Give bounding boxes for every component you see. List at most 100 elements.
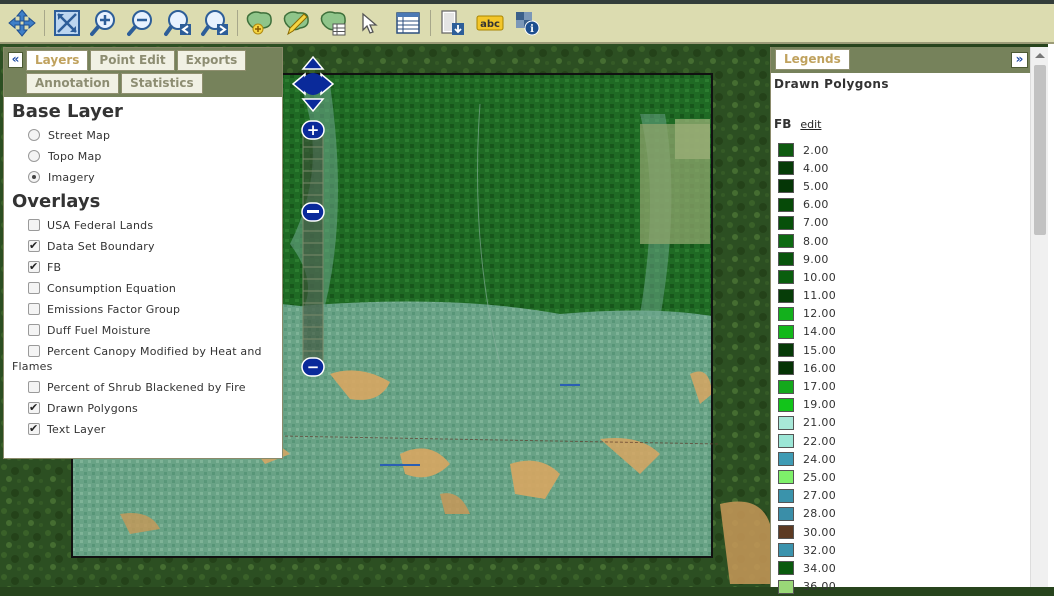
checkbox[interactable] bbox=[28, 282, 40, 294]
zoom-out-icon bbox=[127, 10, 152, 36]
overlay-list: USA Federal Lands Data Set Boundary FB Cons… bbox=[12, 218, 274, 437]
base-layer-option-imagery[interactable]: Imagery bbox=[26, 170, 274, 185]
legend-swatch bbox=[778, 470, 794, 485]
base-layer-title: Base Layer bbox=[12, 101, 123, 122]
legend-row: 19.00 bbox=[774, 396, 1030, 414]
overlay-label: Drawn Polygons bbox=[47, 402, 138, 415]
draw-polygon-tool[interactable] bbox=[244, 7, 276, 39]
polygon-table-tool[interactable] bbox=[318, 7, 350, 39]
zoom-slider-track[interactable] bbox=[302, 134, 324, 364]
legend-swatch bbox=[778, 270, 794, 285]
checkbox[interactable] bbox=[28, 324, 40, 336]
overlay-option-consumption-equation[interactable]: Consumption Equation bbox=[26, 281, 274, 296]
collapse-panel-button[interactable]: « bbox=[8, 52, 23, 68]
previous-extent-tool[interactable] bbox=[162, 7, 194, 39]
legend-row: 10.00 bbox=[774, 268, 1030, 286]
legend-swatch bbox=[778, 161, 794, 176]
legend-swatch bbox=[778, 506, 794, 521]
full-extent-tool[interactable] bbox=[51, 7, 83, 39]
zoom-out-tool[interactable] bbox=[125, 7, 157, 39]
attribute-table-tool[interactable] bbox=[392, 7, 424, 39]
legend-value: 14.00 bbox=[803, 325, 836, 339]
legend-edit-link[interactable]: edit bbox=[800, 118, 821, 131]
legend-swatch bbox=[778, 143, 794, 158]
pan-up-button[interactable] bbox=[301, 55, 325, 70]
legend-scrollbar[interactable] bbox=[1030, 47, 1048, 587]
abc-text-icon: abc bbox=[476, 15, 504, 31]
zoom-level-handle[interactable] bbox=[301, 202, 325, 222]
overlay-option-data-set-boundary[interactable]: Data Set Boundary bbox=[26, 238, 274, 254]
next-extent-tool[interactable] bbox=[199, 7, 231, 39]
tab-layers[interactable]: Layers bbox=[26, 50, 89, 71]
overlay-label: Percent Canopy Modified by Heat and Flam… bbox=[12, 345, 262, 373]
checkbox[interactable] bbox=[28, 345, 40, 357]
zoom-in-label: + bbox=[307, 121, 320, 139]
svg-text:i: i bbox=[530, 24, 534, 35]
tab-annotation[interactable]: Annotation bbox=[26, 73, 120, 94]
overlay-option-emissions-factor-group[interactable]: Emissions Factor Group bbox=[26, 302, 274, 317]
overlay-option-drawn-polygons[interactable]: Drawn Polygons bbox=[26, 400, 274, 416]
overlay-label: Duff Fuel Moisture bbox=[47, 324, 151, 337]
tab-exports[interactable]: Exports bbox=[176, 50, 247, 71]
scroll-thumb[interactable] bbox=[1034, 65, 1046, 235]
legend-value: 19.00 bbox=[803, 398, 836, 412]
legend-row: 11.00 bbox=[774, 287, 1030, 305]
checkbox[interactable] bbox=[28, 259, 40, 274]
overlay-option-duff-fuel-moisture[interactable]: Duff Fuel Moisture bbox=[26, 323, 274, 338]
legend-row: 34.00 bbox=[774, 559, 1030, 577]
overlay-option-percent-of-shrub-blackened-by-fire[interactable]: Percent of Shrub Blackened by Fire bbox=[26, 380, 274, 395]
expand-panel-button[interactable]: » bbox=[1011, 52, 1028, 68]
checkbox[interactable] bbox=[28, 381, 40, 393]
tab-point-edit[interactable]: Point Edit bbox=[90, 50, 175, 71]
radio-button[interactable] bbox=[28, 129, 40, 141]
pan-down-button[interactable] bbox=[301, 98, 325, 113]
radio-button[interactable] bbox=[28, 150, 40, 162]
checkbox[interactable] bbox=[28, 400, 40, 415]
text-label-tool[interactable]: abc bbox=[474, 7, 506, 39]
overlay-option-fb[interactable]: FB bbox=[26, 259, 274, 275]
zoom-out-button[interactable]: − bbox=[301, 357, 325, 377]
legend-value: 28.00 bbox=[803, 507, 836, 521]
map-toolbar: abc i bbox=[0, 0, 1054, 44]
legend-value: 10.00 bbox=[803, 270, 836, 284]
polygon-add-icon bbox=[246, 11, 272, 35]
legend-row: 32.00 bbox=[774, 541, 1030, 559]
base-layer-option-topo-map[interactable]: Topo Map bbox=[26, 149, 274, 164]
select-tool[interactable] bbox=[355, 7, 387, 39]
edit-polygon-tool[interactable] bbox=[281, 7, 313, 39]
radio-button[interactable] bbox=[28, 171, 40, 183]
base-layer-label: Topo Map bbox=[48, 150, 102, 163]
tab-statistics[interactable]: Statistics bbox=[121, 73, 203, 94]
legend-swatch bbox=[778, 397, 794, 412]
pan-arrows-icon bbox=[8, 9, 36, 37]
pan-tool[interactable] bbox=[6, 7, 38, 39]
legend-row: 14.00 bbox=[774, 323, 1030, 341]
export-tool[interactable] bbox=[437, 7, 469, 39]
zoom-next-icon bbox=[201, 10, 228, 36]
legend-swatch bbox=[778, 306, 794, 321]
legend-value: 11.00 bbox=[803, 289, 836, 303]
legend-value: 21.00 bbox=[803, 416, 836, 430]
overlay-option-text-layer[interactable]: Text Layer bbox=[26, 421, 274, 437]
overlay-option-usa-federal-lands[interactable]: USA Federal Lands bbox=[26, 218, 274, 233]
zoom-in-button[interactable]: + bbox=[301, 120, 325, 140]
legend-row: 2.00 bbox=[774, 141, 1030, 159]
overlay-label: USA Federal Lands bbox=[47, 219, 154, 232]
legend-swatch bbox=[778, 361, 794, 376]
base-layer-option-street-map[interactable]: Street Map bbox=[26, 128, 274, 143]
overlay-option-percent-canopy-modified-by-heat-and-flames[interactable]: Percent Canopy Modified by Heat and Flam… bbox=[12, 344, 262, 374]
svg-text:abc: abc bbox=[480, 19, 500, 30]
tab-legends[interactable]: Legends bbox=[775, 49, 850, 70]
checkbox[interactable] bbox=[28, 421, 40, 436]
legend-value: 4.00 bbox=[803, 161, 829, 175]
zoom-in-tool[interactable] bbox=[88, 7, 120, 39]
scroll-up-arrow[interactable] bbox=[1035, 53, 1045, 58]
checkbox[interactable] bbox=[28, 303, 40, 315]
identify-tool[interactable]: i bbox=[511, 7, 543, 39]
checkbox[interactable] bbox=[28, 238, 40, 253]
legend-row: 4.00 bbox=[774, 159, 1030, 177]
identify-info-icon: i bbox=[516, 12, 540, 36]
checkbox[interactable] bbox=[28, 219, 40, 231]
toolbar-separator bbox=[237, 10, 238, 36]
legend-swatch bbox=[778, 488, 794, 503]
